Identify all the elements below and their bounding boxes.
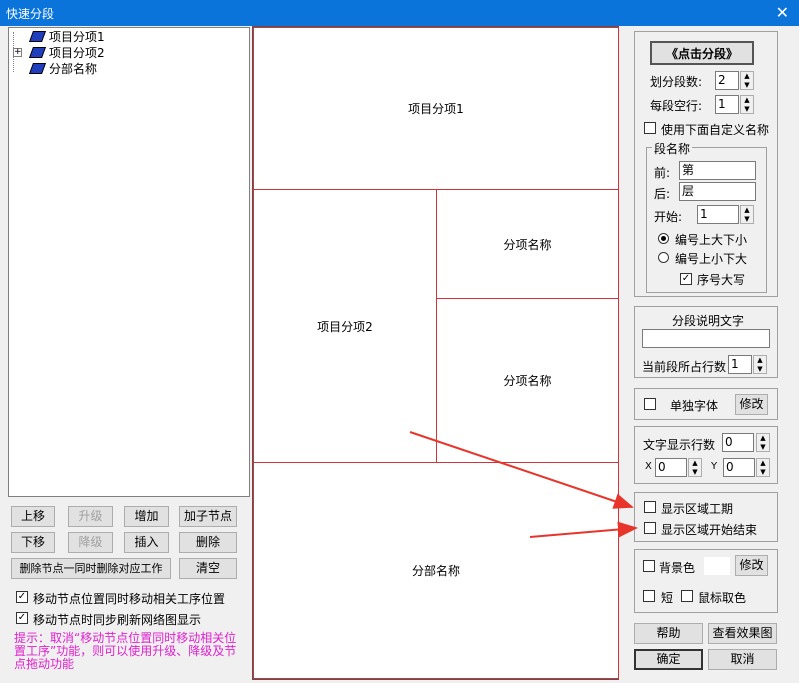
uppercase-label: 序号大写 [697,273,746,287]
start-label: 开始: [654,210,683,224]
start-input[interactable]: 1 [697,205,739,224]
suffix-label: 后: [654,187,671,201]
rows-label: 当前段所占行数 [642,360,727,374]
segment-block[interactable]: 分项名称 [436,189,619,299]
uppercase-checkbox[interactable]: ✓ [680,273,692,285]
pick-color-checkbox[interactable] [681,590,693,602]
hint-text: 提示：取消“移动节点位置同时移动相关位置工序”功能，则可以使用升级、降级及节点拖… [14,631,237,671]
segment-label: 项目分项2 [317,319,373,334]
show-duration-checkbox[interactable] [644,501,656,513]
node-icon [28,63,47,74]
suffix-input[interactable]: 层 [679,182,756,201]
title-bar: 快速分段 ✕ [0,0,799,26]
show-duration-label: 显示区域工期 [661,502,734,516]
desc-group-title: 分段说明文字 [672,314,745,328]
segment-block[interactable]: 项目分项2 [253,189,437,463]
blank-rows-label: 每段空行: [650,99,703,113]
blank-rows-input[interactable]: 1 [715,95,739,114]
rows-spinner[interactable]: ▲ ▼ [753,355,767,374]
y-input[interactable]: 0 [723,458,755,477]
text-rows-label: 文字显示行数 [643,438,716,452]
move-up-button[interactable]: 上移 [11,506,55,527]
separate-font-checkbox[interactable] [644,398,656,410]
bg-color-label: 背景色 [659,561,696,575]
insert-button[interactable]: 插入 [124,532,169,553]
order-asc-radio[interactable] [658,252,669,263]
y-label: Y [711,461,718,472]
segment-label: 项目分项1 [408,102,464,116]
clear-button[interactable]: 清空 [179,558,237,579]
desc-input[interactable] [642,329,770,348]
promote-button[interactable]: 升级 [68,506,113,527]
segment-label: 分项名称 [503,374,552,388]
tree-item-label: 分部名称 [49,62,98,76]
color-swatch[interactable] [704,557,730,575]
show-start-end-checkbox[interactable] [644,522,656,534]
text-rows-spinner[interactable]: ▲ ▼ [756,433,770,452]
segment-block[interactable]: 分部名称 [253,462,619,679]
order-asc-label: 编号上小下大 [675,252,748,266]
move-sync-checkbox[interactable]: ✓ [16,591,28,603]
blank-rows-spinner[interactable]: ▲ ▼ [740,95,754,114]
add-child-button[interactable]: 加子节点 [179,506,237,527]
prefix-input[interactable]: 第 [679,161,756,180]
add-button[interactable]: 增加 [124,506,169,527]
text-rows-input[interactable]: 0 [722,433,754,452]
segment-label: 分部名称 [411,564,460,578]
expand-icon[interactable]: + [13,48,22,57]
preview-button[interactable]: 查看效果图 [708,623,777,644]
node-icon [28,31,47,42]
help-button[interactable]: 帮助 [634,623,703,644]
x-spinner[interactable]: ▲ ▼ [688,458,702,477]
seg-count-label: 划分段数: [650,75,703,89]
use-custom-name-label: 使用下面自定义名称 [661,123,770,137]
use-custom-name-checkbox[interactable] [644,122,656,134]
show-start-end-label: 显示区域开始结束 [661,523,758,537]
pick-color-label: 鼠标取色 [698,591,747,605]
window-title: 快速分段 [6,7,55,21]
bg-color-checkbox[interactable] [643,560,655,572]
move-sync-label: 移动节点位置同时移动相关工序位置 [33,592,226,606]
prefix-label: 前: [654,166,671,180]
refresh-sync-checkbox[interactable]: ✓ [16,612,28,624]
ok-button[interactable]: 确定 [634,649,703,670]
start-spinner[interactable]: ▲ ▼ [740,205,754,224]
refresh-sync-label: 移动节点时同步刷新网络图显示 [33,613,202,627]
node-icon [28,47,47,58]
modify-font-button[interactable]: 修改 [735,394,768,415]
delete-button[interactable]: 删除 [179,532,237,553]
tree-view[interactable]: 项目分项1 + 项目分项2 分部名称 [8,27,250,497]
x-label: X [645,461,652,472]
seg-name-group-title: 段名称 [652,140,693,157]
cancel-button[interactable]: 取消 [708,649,777,670]
order-desc-radio[interactable] [658,233,669,244]
modify-color-button[interactable]: 修改 [735,555,768,576]
short-label: 短 [661,591,674,605]
order-desc-label: 编号上大下小 [675,233,748,247]
seg-count-input[interactable]: 2 [715,71,739,90]
x-input[interactable]: 0 [655,458,687,477]
close-icon[interactable]: ✕ [776,3,789,22]
seg-count-spinner[interactable]: ▲ ▼ [740,71,754,90]
delete-sync-button[interactable]: 删除节点一同时删除对应工作 [11,558,171,579]
demote-button[interactable]: 降级 [68,532,113,553]
tree-item-label: 项目分项1 [49,30,105,44]
segment-canvas[interactable]: 项目分项1 项目分项2 分项名称 分项名称 分部名称 [252,26,619,680]
segment-block[interactable]: 项目分项1 [253,27,619,190]
y-spinner[interactable]: ▲ ▼ [756,458,770,477]
short-checkbox[interactable] [643,590,655,602]
segment-label: 分项名称 [503,237,552,252]
rows-input[interactable]: 1 [728,355,752,374]
tree-item-label: 项目分项2 [49,46,105,60]
click-segment-button[interactable]: 《点击分段》 [650,41,754,65]
move-down-button[interactable]: 下移 [11,532,55,553]
separate-font-label: 单独字体 [670,399,719,413]
segment-block[interactable]: 分项名称 [436,298,619,463]
